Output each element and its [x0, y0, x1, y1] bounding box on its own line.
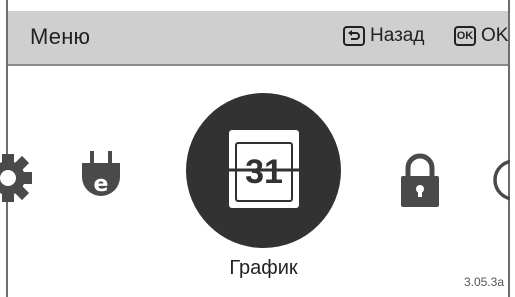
header-bar: Меню Назад OK OK	[8, 11, 508, 66]
plug-e-glyph: e	[94, 172, 109, 197]
version-text: 3.05.3a	[463, 275, 504, 289]
ok-button[interactable]: OK OK	[454, 25, 508, 47]
selected-item-label: График	[229, 257, 298, 279]
plug-e-icon[interactable]: e	[78, 151, 124, 206]
gear-icon[interactable]	[0, 148, 38, 213]
calendar-day-number: 31	[245, 153, 283, 191]
back-label: Назад	[370, 25, 425, 46]
ok-label: OK	[481, 25, 509, 46]
circle-icon[interactable]	[492, 155, 515, 210]
menu-screen: Меню Назад OK OK e 31 График 3.05.3a	[0, 0, 515, 297]
lock-icon[interactable]	[397, 153, 443, 214]
page-title: Меню	[30, 24, 91, 49]
ok-key-icon: OK	[454, 26, 476, 46]
selected-item-disc[interactable]: 31	[186, 93, 341, 248]
back-button[interactable]: Назад	[343, 25, 424, 47]
return-arrow-icon	[343, 26, 365, 46]
calendar-icon: 31	[227, 130, 301, 213]
